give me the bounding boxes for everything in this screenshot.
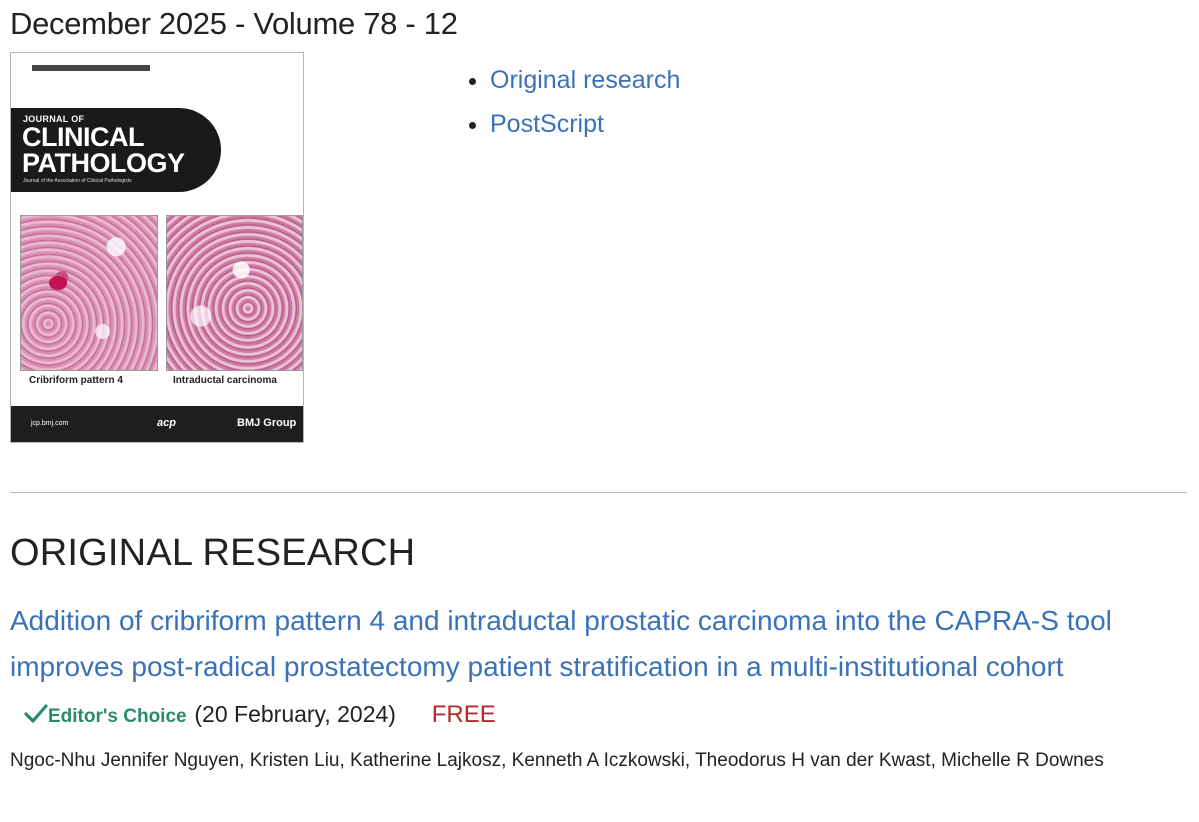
section-nav-item: Original research	[490, 58, 680, 102]
section-link-original-research[interactable]: Original research	[490, 66, 680, 94]
section-heading: ORIGINAL RESEARCH	[10, 532, 416, 574]
cover-micrograph-right	[166, 215, 303, 371]
cover-name-line1: CLINICAL	[22, 122, 144, 152]
cover-footer-bmj-logo: BMJ Group	[237, 417, 297, 429]
section-nav-item: PostScript	[490, 102, 680, 146]
cover-footer-acp-logo: acp	[157, 417, 176, 429]
article-title-link[interactable]: Addition of cribriform pattern 4 and int…	[10, 605, 1112, 682]
section-divider	[10, 492, 1187, 493]
publication-date: (20 February, 2024)	[194, 701, 396, 727]
article-entry: Addition of cribriform pattern 4 and int…	[10, 598, 1190, 740]
cover-issue-strip: December 2025 · Volume 78 · Issue 12	[32, 65, 150, 79]
issue-title: December 2025 - Volume 78 - 12	[10, 6, 458, 41]
editors-choice-label: Editor's Choice	[48, 706, 187, 727]
editors-choice-badge: Editor's Choice	[24, 704, 187, 727]
section-nav-list: Original research PostScript	[462, 58, 680, 146]
cover-caption-left: Cribriform pattern 4	[29, 375, 123, 386]
article-authors: Ngoc-Nhu Jennifer Nguyen, Kristen Liu, K…	[10, 750, 1104, 771]
cover-micrograph-left	[20, 215, 158, 371]
check-icon	[24, 704, 48, 723]
free-access-badge: FREE	[431, 701, 496, 728]
cover-footer-url: jcp.bmj.com	[31, 420, 69, 427]
cover-footer: jcp.bmj.com acp BMJ Group	[11, 406, 303, 442]
cover-caption-right: Intraductal carcinoma	[173, 375, 277, 386]
cover-name-line2: PATHOLOGY	[22, 148, 185, 178]
journal-cover-image[interactable]: December 2025 · Volume 78 · Issue 12 JOU…	[10, 52, 304, 443]
cover-subtitle: Journal of the Association of Clinical P…	[23, 178, 132, 184]
section-link-postscript[interactable]: PostScript	[490, 110, 604, 138]
cover-masthead: JOURNAL OF CLINICAL PATHOLOGY Journal of…	[11, 108, 221, 192]
